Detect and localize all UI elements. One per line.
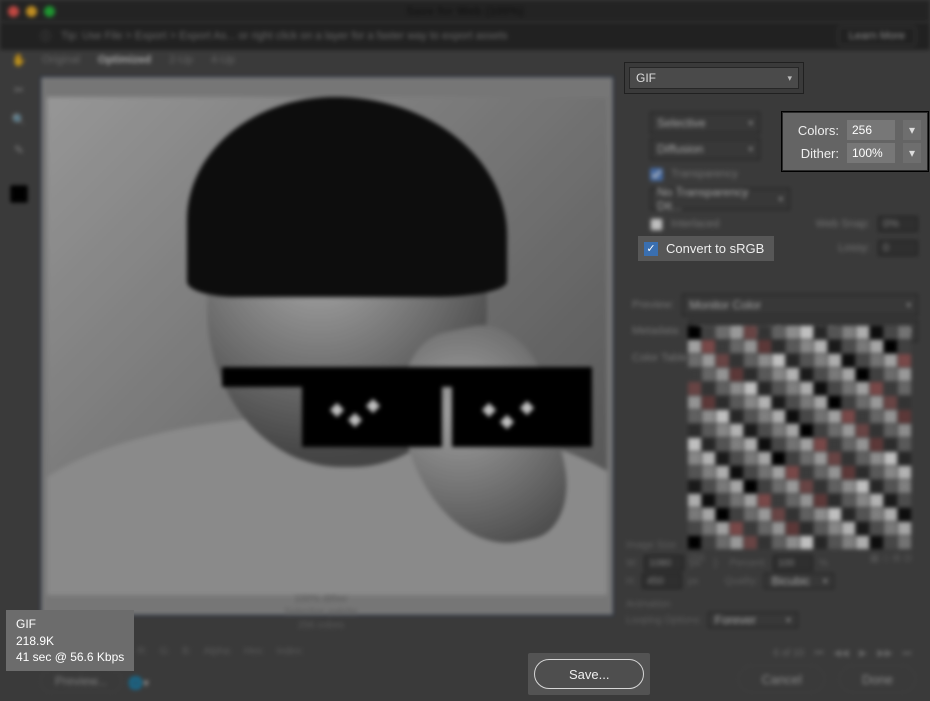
color-table-grid[interactable] <box>688 326 912 549</box>
file-info-box: GIF 218.9K 41 sec @ 56.6 Kbps <box>6 610 134 671</box>
window-title: Save for Web (100%) <box>0 4 930 18</box>
learn-more-button[interactable]: Learn More <box>838 26 916 46</box>
convert-srgb-checkbox[interactable]: ✓ <box>644 242 658 256</box>
format-select[interactable]: GIF <box>629 67 799 89</box>
colors-input[interactable]: 256 <box>847 120 895 140</box>
hand-tool-icon[interactable]: ✋ <box>9 50 29 70</box>
colors-label: Colors: <box>789 123 839 138</box>
save-button-wrapper: Save... <box>528 653 650 695</box>
quality-select[interactable]: Bicubic <box>764 573 834 589</box>
info-icon: ⓘ <box>40 28 51 44</box>
frame-counter: 6 of 10 <box>773 648 804 659</box>
browser-preview-icon[interactable]: 🌐▾ <box>128 676 149 690</box>
prev-frame-icon[interactable]: ◀◀ <box>834 647 848 659</box>
tab-2up[interactable]: 2-Up <box>169 54 193 66</box>
color-swatch[interactable] <box>9 184 29 204</box>
image-size-section: Image Size W:1080px ⟧ Percent:100% H:450… <box>626 540 916 630</box>
tip-text: Tip: Use File > Export > Export As... or… <box>61 30 508 42</box>
info-time: 41 sec @ 56.6 Kbps <box>16 649 124 665</box>
animation-controls: 6 of 10 ⏮ ◀◀ ▶ ▶▶ ⏭ <box>773 647 914 659</box>
websnap-label: Web Snap: <box>816 218 870 230</box>
slice-tool-icon[interactable]: ✂ <box>9 80 29 100</box>
convert-srgb-label: Convert to sRGB <box>666 241 764 256</box>
tab-4up[interactable]: 4-Up <box>211 54 235 66</box>
dialog-buttons: Cancel Done <box>738 665 916 693</box>
dither-algorithm-select[interactable]: Diffusion <box>650 138 760 160</box>
lossy-label: Lossy: <box>838 242 870 254</box>
color-table-label: Color Table <box>632 352 687 364</box>
looping-select[interactable]: Forever <box>708 612 798 628</box>
percent-input[interactable]: 100 <box>773 555 813 571</box>
info-size: 218.9K <box>16 633 124 649</box>
metadata-label: Metadata: <box>632 325 681 337</box>
height-input[interactable]: 450 <box>642 573 682 589</box>
eyedropper-tool-icon[interactable]: ✎ <box>9 140 29 160</box>
preview-button[interactable]: Preview... <box>40 669 122 693</box>
titlebar: Save for Web (100%) <box>0 0 930 22</box>
lossy-value[interactable]: 0 <box>878 240 918 256</box>
tab-optimized[interactable]: Optimized <box>98 54 151 66</box>
dither-label: Dither: <box>789 146 839 161</box>
format-value: GIF <box>636 71 656 85</box>
info-format: GIF <box>16 616 124 632</box>
color-table: 256 ▦ ◇ ⊞ ⊟ <box>688 326 912 564</box>
first-frame-icon[interactable]: ⏮ <box>812 647 826 659</box>
left-toolbar: ✋ ✂ 🔍 ✎ <box>4 50 34 204</box>
preview-image <box>47 97 607 595</box>
dither-dropdown-icon[interactable]: ▾ <box>903 143 921 163</box>
preview-select[interactable]: Monitor Color <box>682 294 918 316</box>
interlaced-checkbox[interactable] <box>650 218 663 231</box>
tab-original[interactable]: Original <box>42 54 80 66</box>
preview-frame <box>40 76 614 616</box>
done-button[interactable]: Done <box>839 665 916 693</box>
format-select-wrapper: GIF <box>624 62 804 94</box>
status-palette: Selective palette <box>284 607 357 618</box>
animation-label: Animation <box>626 599 916 610</box>
next-frame-icon[interactable]: ▶▶ <box>878 647 892 659</box>
colors-dropdown-icon[interactable]: ▾ <box>903 120 921 140</box>
preview-label: Preview: <box>632 299 674 311</box>
transparency-checkbox[interactable] <box>650 168 663 181</box>
last-frame-icon[interactable]: ⏭ <box>900 647 914 659</box>
transparency-label: Transparency <box>671 168 738 180</box>
save-button[interactable]: Save... <box>534 659 644 689</box>
width-input[interactable]: 1080 <box>644 555 684 571</box>
color-reduction-select[interactable]: Selective <box>650 112 760 134</box>
cancel-button[interactable]: Cancel <box>738 665 824 693</box>
play-icon[interactable]: ▶ <box>856 647 870 659</box>
websnap-value[interactable]: 0% <box>878 216 918 232</box>
colors-dither-box: Colors: 256 ▾ Dither: 100% ▾ <box>782 112 928 171</box>
tip-bar: ⓘ Tip: Use File > Export > Export As... … <box>0 22 930 50</box>
image-size-label: Image Size <box>626 540 916 551</box>
status-dither: 100% dither <box>294 594 347 605</box>
status-colors: 256 colors <box>298 620 344 631</box>
dither-input[interactable]: 100% <box>847 143 895 163</box>
convert-srgb-row: ✓ Convert to sRGB <box>638 236 774 261</box>
transparency-dither-select[interactable]: No Transparency Dit... <box>650 188 790 210</box>
zoom-tool-icon[interactable]: 🔍 <box>9 110 29 130</box>
pixel-sunglasses-graphic <box>222 357 592 467</box>
interlaced-label: Interlaced <box>671 218 719 230</box>
